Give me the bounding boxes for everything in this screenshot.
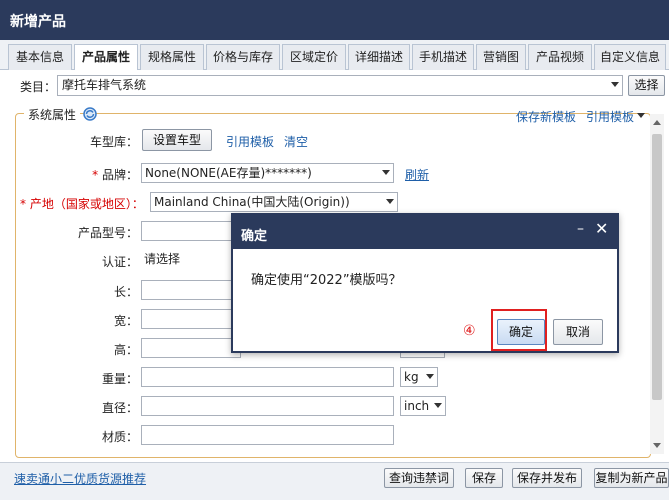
save-publish-button[interactable]: 保存并发布	[512, 468, 582, 488]
tab-detail-desc[interactable]: 详细描述	[348, 44, 410, 70]
use-template-link[interactable]: 引用模板	[586, 108, 634, 125]
scroll-down-icon[interactable]	[653, 443, 661, 448]
width-input[interactable]	[141, 309, 241, 329]
set-model-button[interactable]: 设置车型	[142, 129, 212, 151]
category-select[interactable]: 摩托车排气系统	[57, 75, 623, 96]
material-label: 材质：	[101, 430, 138, 444]
system-attrs-legend: 系统属性	[24, 106, 81, 123]
chevron-down-icon[interactable]	[637, 113, 645, 118]
brand-refresh-link[interactable]: 刷新	[405, 166, 429, 183]
minimize-icon[interactable]: –	[577, 221, 584, 237]
choose-category-button[interactable]: 选择	[628, 75, 665, 96]
weight-label: 重量：	[101, 372, 138, 386]
origin-select[interactable]: Mainland China(中国大陆(Origin))	[150, 192, 398, 212]
dialog-title: 确定	[241, 229, 268, 244]
diameter-unit-select[interactable]: inch	[400, 396, 446, 416]
step-marker: ④	[463, 323, 476, 339]
vertical-scrollbar[interactable]	[650, 114, 664, 454]
length-label: 长：	[113, 285, 138, 299]
diameter-label: 直径：	[101, 401, 138, 415]
cert-label: 认证：	[101, 255, 138, 269]
save-button[interactable]: 保存	[465, 468, 503, 488]
dialog-header: 确定 – ✕	[233, 215, 617, 249]
save-new-template-link[interactable]: 保存新模板	[516, 108, 576, 125]
product-model-input[interactable]	[141, 221, 241, 241]
window-title: 新增产品	[10, 14, 66, 30]
tab-bar: 基本信息 产品属性 规格属性 价格与库存 区域定价 详细描述 手机描述 营销图 …	[0, 40, 669, 71]
dialog-ok-button[interactable]: 确定	[497, 319, 545, 345]
copy-as-new-button[interactable]: 复制为新产品	[594, 468, 669, 488]
width-label: 宽：	[113, 314, 138, 328]
refresh-icon[interactable]	[82, 106, 98, 122]
tab-basic-info[interactable]: 基本信息	[8, 44, 72, 70]
tab-price-stock[interactable]: 价格与库存	[206, 44, 280, 70]
brand-value: None(NONE(AE存量)*******)	[145, 166, 312, 180]
tab-marketing-img[interactable]: 营销图	[476, 44, 526, 70]
height-label: 高：	[113, 343, 138, 357]
close-icon[interactable]: ✕	[595, 219, 608, 238]
model-lib-label: 车型库：	[89, 135, 138, 149]
dialog-cancel-button[interactable]: 取消	[553, 319, 603, 345]
brand-label: * 品牌：	[92, 168, 138, 182]
origin-value: Mainland China(中国大陆(Origin))	[154, 195, 350, 209]
material-input[interactable]	[141, 425, 394, 445]
tab-product-attrs[interactable]: 产品属性	[74, 44, 138, 71]
weight-input[interactable]	[141, 367, 394, 387]
chevron-down-icon	[434, 403, 442, 408]
weight-unit-select[interactable]: kg	[400, 367, 438, 387]
window-titlebar: 新增产品	[0, 0, 669, 40]
chevron-down-icon	[386, 199, 394, 204]
weight-unit-value: kg	[404, 370, 419, 384]
scroll-up-icon[interactable]	[653, 120, 661, 125]
length-input[interactable]	[141, 280, 241, 300]
cert-select[interactable]: 请选择	[141, 250, 241, 270]
tab-mobile-desc[interactable]: 手机描述	[412, 44, 474, 70]
tab-custom-info[interactable]: 自定义信息	[594, 44, 666, 70]
tab-region-price[interactable]: 区域定价	[282, 44, 346, 70]
chevron-down-icon	[426, 374, 434, 379]
recommend-link[interactable]: 速卖通小二优质货源推荐	[14, 470, 146, 487]
scroll-thumb[interactable]	[652, 134, 662, 400]
chevron-down-icon	[382, 170, 390, 175]
diameter-input[interactable]	[141, 396, 394, 416]
brand-select[interactable]: None(NONE(AE存量)*******)	[141, 163, 394, 183]
model-clear-link[interactable]: 清空	[284, 133, 308, 150]
dialog-message: 确定使用“2022”模版吗？	[251, 273, 402, 288]
tab-product-video[interactable]: 产品视频	[528, 44, 592, 70]
tab-spec-attrs[interactable]: 规格属性	[140, 44, 204, 70]
cert-value: 请选择	[144, 252, 181, 266]
check-banned-words-button[interactable]: 查询违禁词	[384, 468, 454, 488]
chevron-down-icon	[611, 82, 619, 87]
diameter-unit-value: inch	[404, 399, 430, 413]
category-label: 类目：	[20, 80, 57, 94]
category-value: 摩托车排气系统	[62, 78, 147, 92]
height-input[interactable]	[141, 338, 241, 358]
origin-label: * 产地（国家或地区）：	[20, 197, 144, 211]
model-use-template-link[interactable]: 引用模板	[226, 133, 274, 150]
product-model-label: 产品型号：	[77, 226, 138, 240]
